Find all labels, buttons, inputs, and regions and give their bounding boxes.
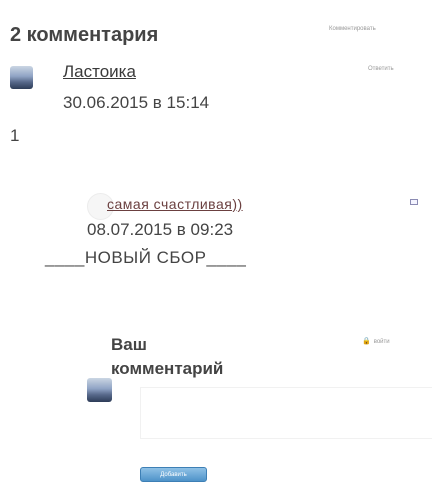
- comment-text: 1: [10, 126, 20, 145]
- comment-author-link[interactable]: Ластоика: [63, 62, 136, 82]
- login-link-label: войти: [373, 339, 390, 345]
- login-link[interactable]: 🔒 войти: [362, 337, 390, 345]
- reply-link[interactable]: Ответить: [368, 66, 394, 72]
- comment-textarea[interactable]: [140, 387, 432, 439]
- comments-count-title: 2 комментария: [10, 24, 159, 46]
- comment-form-label: Ваш комментарий: [111, 335, 224, 378]
- comment-link[interactable]: Комментировать: [329, 26, 376, 32]
- avatar: [87, 378, 112, 402]
- comment-date: 30.06.2015 в 15:14: [63, 93, 210, 112]
- lock-icon: 🔒: [362, 338, 371, 345]
- comment-date: 08.07.2015 в 09:23: [87, 220, 234, 239]
- comment-text: ____НОВЫЙ СБОР____: [45, 248, 247, 267]
- mail-icon[interactable]: [410, 199, 418, 205]
- submit-comment-button[interactable]: Добавить: [140, 467, 207, 482]
- comment-author-link[interactable]: самая счастливая)): [107, 196, 243, 212]
- avatar: [10, 66, 33, 89]
